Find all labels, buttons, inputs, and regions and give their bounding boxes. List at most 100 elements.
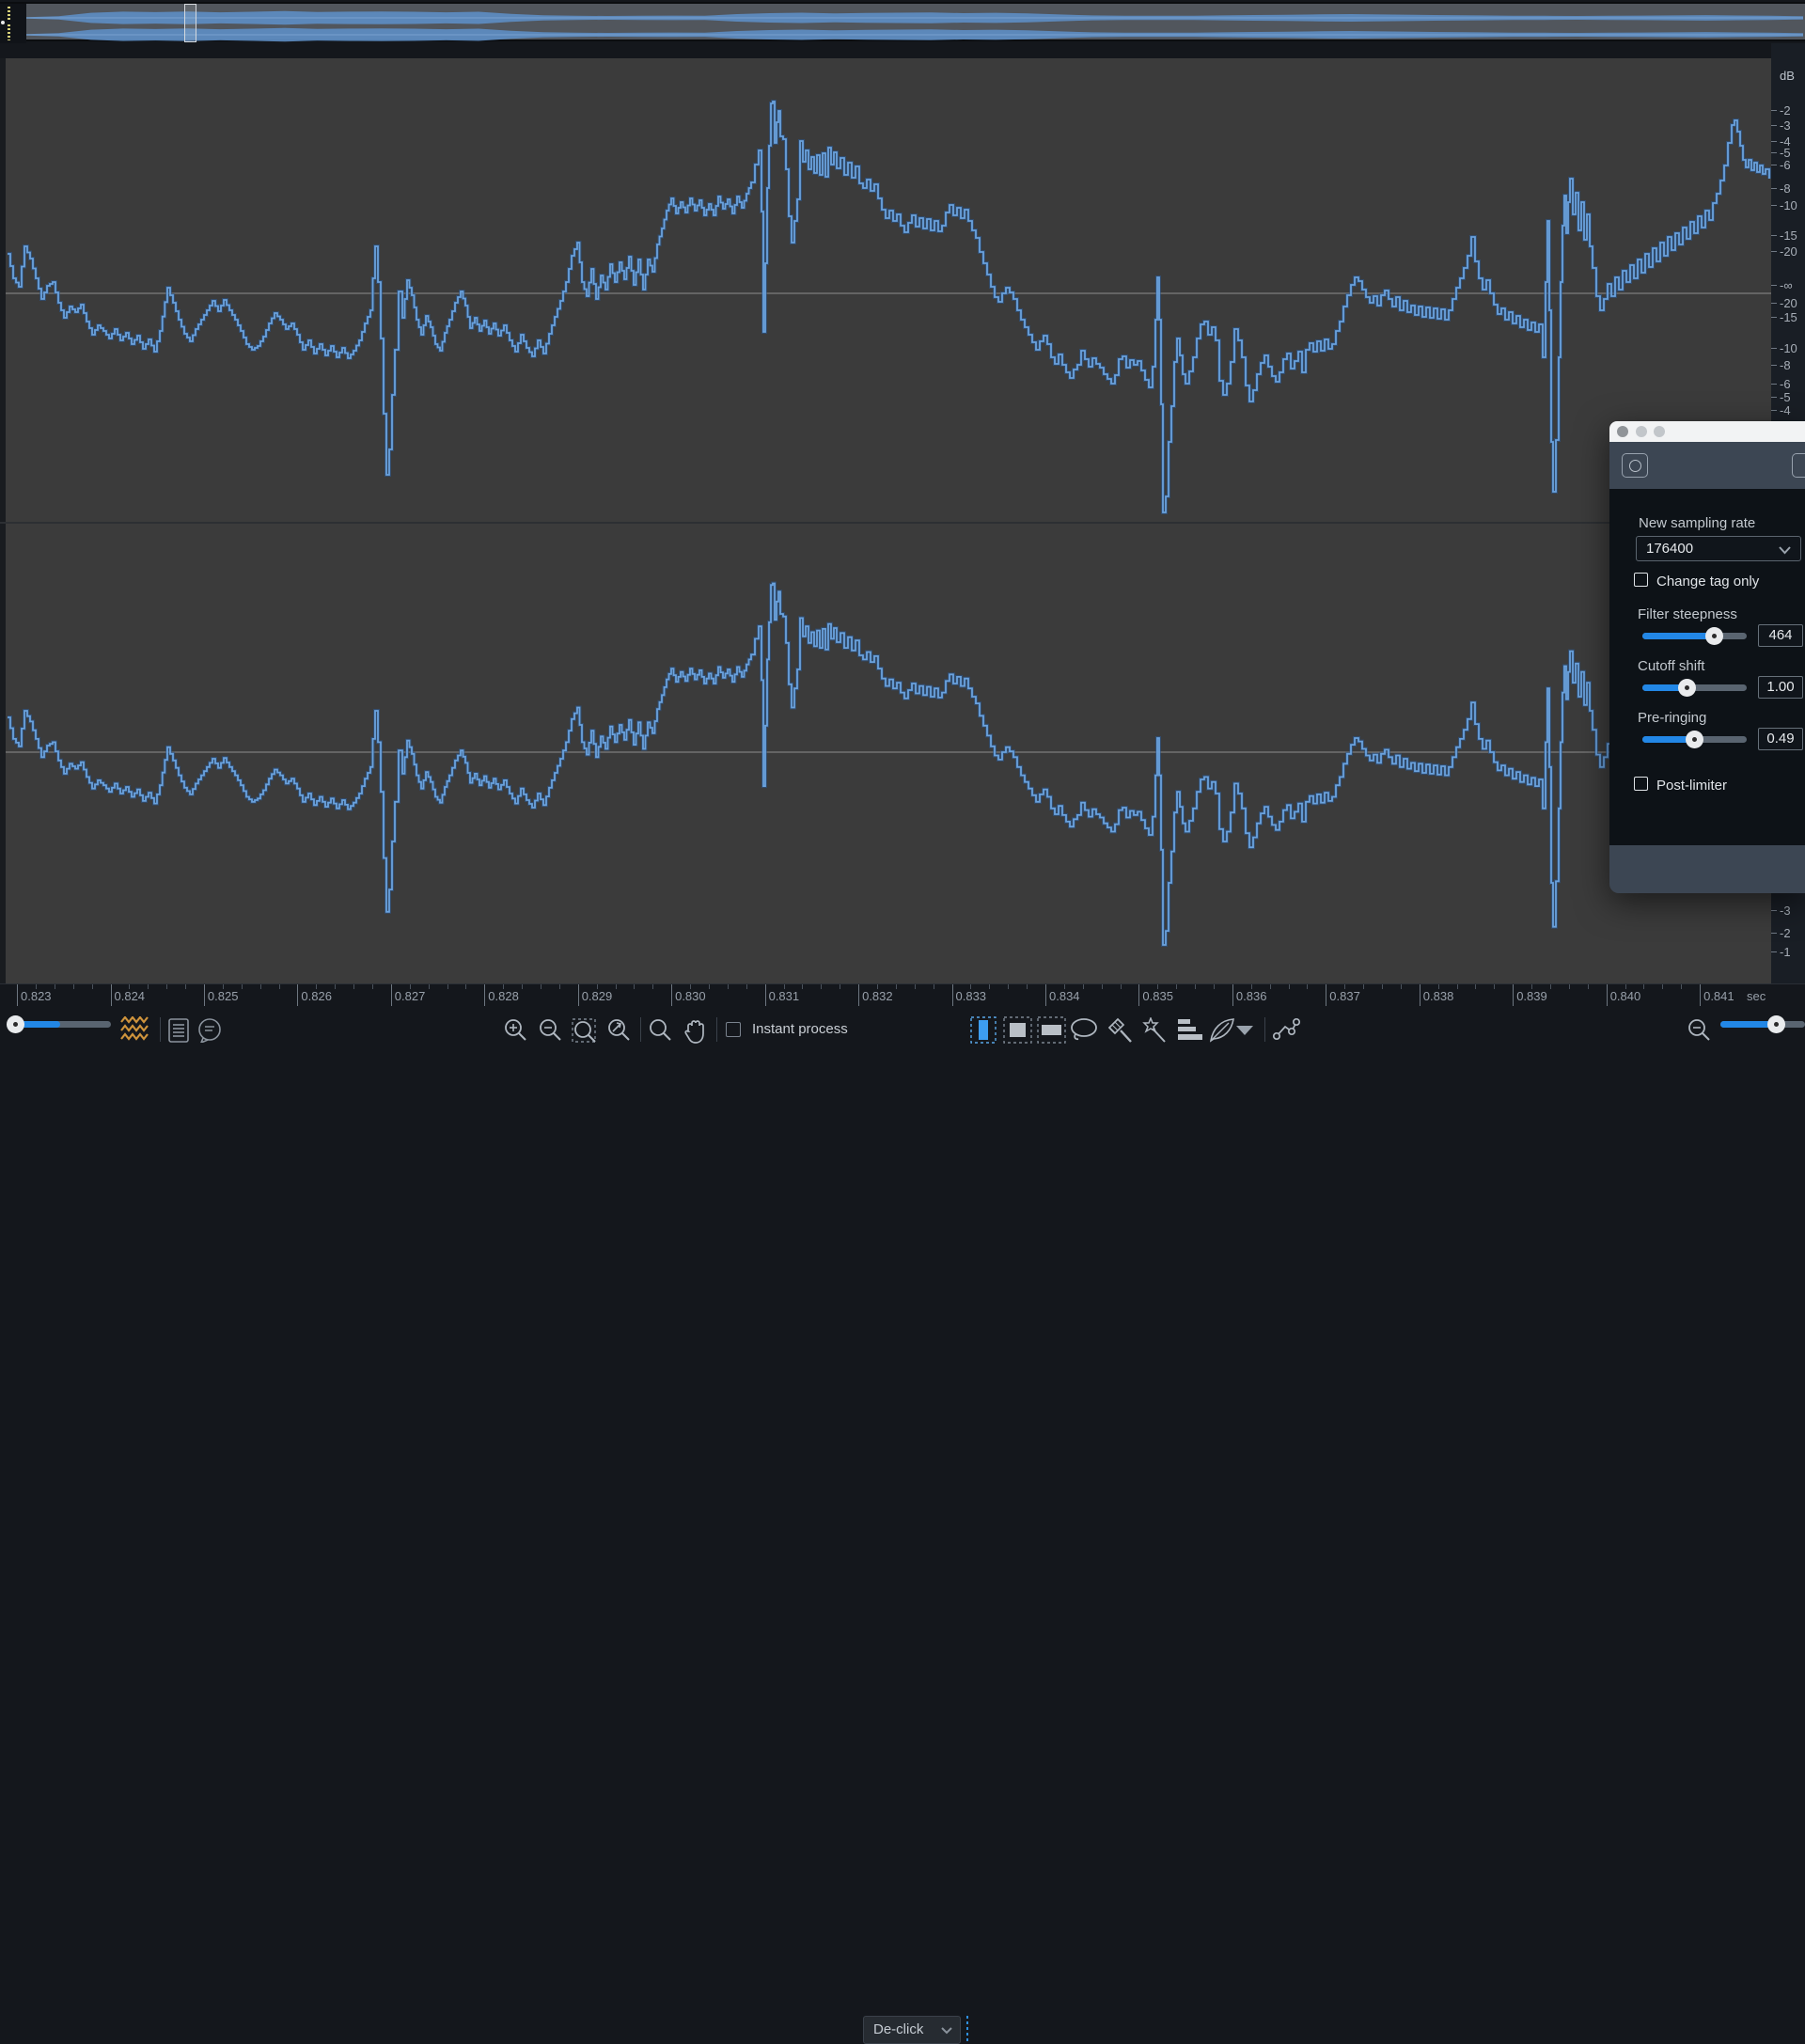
magnifier-tool-icon[interactable] bbox=[649, 1018, 672, 1042]
toolbar-separator bbox=[160, 1017, 161, 1042]
waveform-view-icon[interactable] bbox=[120, 1016, 149, 1043]
time-tick-minor bbox=[1363, 984, 1364, 989]
time-frequency-selection-tool-icon[interactable] bbox=[1003, 1016, 1032, 1044]
db-tick bbox=[1771, 397, 1777, 398]
time-tick-minor bbox=[1438, 984, 1439, 989]
zoom-fit-icon[interactable] bbox=[607, 1018, 632, 1042]
filter-steepness-handle[interactable] bbox=[1705, 627, 1723, 645]
time-tick-minor bbox=[410, 984, 411, 989]
overview-marker-ticks bbox=[8, 24, 10, 40]
time-tick-label: 0.829 bbox=[582, 989, 613, 1003]
time-tick-major bbox=[1607, 984, 1608, 1007]
db-tick bbox=[1771, 110, 1777, 111]
time-tick-minor bbox=[1401, 984, 1402, 989]
time-tick-minor bbox=[1157, 984, 1158, 989]
time-unit-label: sec bbox=[1747, 989, 1766, 1003]
db-tick bbox=[1771, 235, 1777, 236]
time-tick-minor bbox=[1214, 984, 1215, 989]
overview-selection-region[interactable] bbox=[184, 4, 196, 42]
time-tick-label: 0.831 bbox=[769, 989, 800, 1003]
time-axis: sec 0.8230.8240.8250.8260.8270.8280.8290… bbox=[0, 983, 1805, 1006]
magic-wand-tool-icon[interactable] bbox=[1141, 1017, 1168, 1044]
time-tick-label: 0.828 bbox=[488, 989, 519, 1003]
frequency-selection-tool-icon[interactable] bbox=[1037, 1016, 1066, 1044]
pre-ringing-value[interactable]: 0.49 bbox=[1758, 728, 1803, 750]
zoom-out-icon[interactable] bbox=[539, 1018, 562, 1042]
db-tick bbox=[1771, 365, 1777, 366]
time-tick-minor bbox=[616, 984, 617, 989]
db-tick bbox=[1771, 285, 1777, 286]
dialog-body: New sampling rate 176400 Change tag only… bbox=[1609, 489, 1805, 845]
cutoff-shift-handle[interactable] bbox=[1678, 679, 1696, 697]
time-tick-label: 0.826 bbox=[301, 989, 332, 1003]
time-tick-minor bbox=[989, 984, 990, 989]
window-minimize-button[interactable] bbox=[1636, 426, 1647, 437]
resample-dialog: New sampling rate 176400 Change tag only… bbox=[1609, 421, 1805, 893]
adaptive-bars-icon[interactable] bbox=[1175, 1018, 1203, 1043]
hand-pan-icon[interactable] bbox=[683, 1018, 708, 1044]
app-window: dB-2-3-4-5-6-8-10-15-20-∞-20-15-10-8-6-5… bbox=[0, 0, 1805, 1053]
db-unit-label: dB bbox=[1780, 69, 1795, 83]
module-icon-button-partial[interactable] bbox=[1792, 453, 1805, 478]
time-tick-minor bbox=[503, 984, 504, 989]
time-tick-minor bbox=[1625, 984, 1626, 989]
time-tick-minor bbox=[1027, 984, 1028, 989]
zoom-in-icon[interactable] bbox=[504, 1018, 527, 1042]
comment-bubble-icon[interactable] bbox=[197, 1018, 223, 1043]
time-tick-minor bbox=[802, 984, 803, 989]
time-tick-minor bbox=[129, 984, 130, 989]
pre-ringing-label: Pre-ringing bbox=[1638, 710, 1706, 726]
window-close-button[interactable] bbox=[1617, 426, 1628, 437]
module-dropdown[interactable]: De-click bbox=[863, 2016, 961, 2044]
main-waveform-area[interactable] bbox=[0, 43, 1771, 983]
brush-tool-icon[interactable] bbox=[1107, 1017, 1135, 1044]
feather-dropdown-arrow-icon[interactable] bbox=[1234, 1024, 1255, 1037]
filter-steepness-value[interactable]: 464 bbox=[1758, 624, 1803, 647]
time-tick-minor bbox=[335, 984, 336, 989]
time-tick-minor bbox=[1550, 984, 1551, 989]
time-tick-minor bbox=[223, 984, 224, 989]
dialog-titlebar[interactable] bbox=[1609, 421, 1805, 442]
db-tick-label: -20 bbox=[1780, 296, 1797, 310]
dialog-footer bbox=[1609, 845, 1805, 893]
module-icon-button[interactable] bbox=[1622, 453, 1648, 478]
time-tick-major bbox=[1700, 984, 1701, 1007]
post-limiter-checkbox[interactable] bbox=[1634, 777, 1648, 791]
db-tick bbox=[1771, 188, 1777, 189]
node-curve-tool-icon[interactable] bbox=[1272, 1017, 1300, 1044]
cutoff-shift-value[interactable]: 1.00 bbox=[1758, 676, 1803, 699]
document-list-icon[interactable] bbox=[167, 1018, 190, 1043]
window-zoom-button[interactable] bbox=[1654, 426, 1665, 437]
hzoom-out-icon[interactable] bbox=[1687, 1018, 1711, 1042]
time-tick-minor bbox=[429, 984, 430, 989]
lasso-tool-icon[interactable] bbox=[1070, 1018, 1098, 1044]
db-tick-label: -5 bbox=[1780, 390, 1791, 404]
time-tick-major bbox=[765, 984, 766, 1007]
time-tick-minor bbox=[784, 984, 785, 989]
cutoff-shift-label: Cutoff shift bbox=[1638, 658, 1704, 674]
right-slider-handle[interactable] bbox=[1767, 1015, 1785, 1033]
db-tick bbox=[1771, 125, 1777, 126]
db-tick-label: -15 bbox=[1780, 310, 1797, 324]
time-tick-minor bbox=[465, 984, 466, 989]
sampling-rate-dropdown[interactable]: 176400 bbox=[1636, 536, 1801, 561]
feather-tool-icon[interactable] bbox=[1208, 1017, 1236, 1044]
time-tick-label: 0.839 bbox=[1516, 989, 1547, 1003]
time-tick-major bbox=[204, 984, 205, 1007]
time-tick-minor bbox=[447, 984, 448, 989]
time-tick-minor bbox=[1531, 984, 1532, 989]
change-tag-only-checkbox[interactable] bbox=[1634, 573, 1648, 587]
pre-ringing-handle[interactable] bbox=[1686, 731, 1703, 748]
time-selection-tool-icon[interactable] bbox=[970, 1016, 997, 1044]
db-tick-label: -1 bbox=[1780, 945, 1791, 959]
zoom-selection-icon[interactable] bbox=[572, 1018, 600, 1044]
time-tick-minor bbox=[316, 984, 317, 989]
instant-process-checkbox[interactable] bbox=[726, 1022, 741, 1037]
time-tick-minor bbox=[541, 984, 542, 989]
left-slider-handle[interactable] bbox=[7, 1015, 24, 1033]
time-tick-minor bbox=[896, 984, 897, 989]
overview-strip[interactable] bbox=[0, 2, 1805, 41]
db-tick bbox=[1771, 303, 1777, 304]
time-tick-minor bbox=[559, 984, 560, 989]
filter-steepness-fill bbox=[1642, 633, 1714, 639]
